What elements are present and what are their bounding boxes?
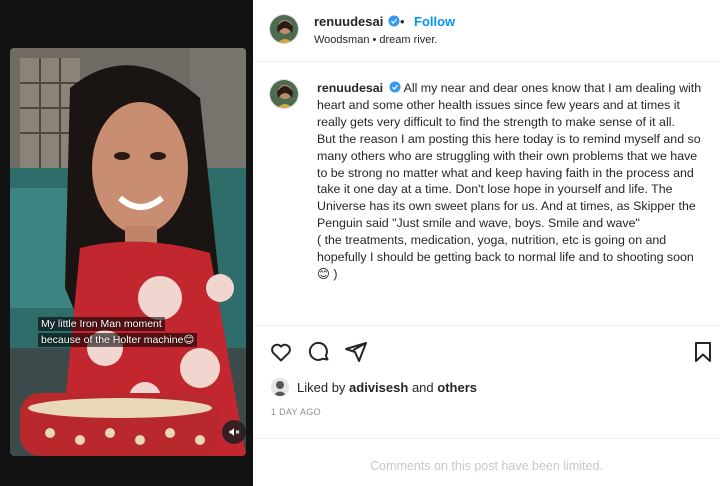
media-overlay-text: My little Iron Man moment because of the… — [38, 316, 198, 348]
liked-by-others[interactable]: others — [437, 380, 477, 395]
header-username-row: renuudesai — [314, 14, 400, 29]
heart-icon[interactable] — [269, 340, 293, 364]
send-icon[interactable] — [344, 340, 368, 364]
liked-by-user[interactable]: adivisesh — [349, 380, 408, 395]
post-timestamp[interactable]: 1 DAY AGO — [271, 407, 321, 417]
avatar-image — [270, 80, 298, 108]
post-location[interactable]: Woodsman • dream river. — [314, 34, 437, 46]
follow-button[interactable]: Follow — [414, 14, 455, 29]
verified-badge-icon — [388, 15, 400, 27]
post-media[interactable]: My little Iron Man moment because of the… — [10, 48, 246, 456]
action-bar — [253, 325, 720, 377]
caption-paragraph-2: But the reason I am posting this here to… — [317, 131, 701, 231]
caption-username[interactable]: renuudesai — [317, 81, 383, 95]
comments-limited-notice: Comments on this post have been limited. — [253, 438, 720, 486]
avatar[interactable] — [269, 14, 299, 44]
post-photo — [10, 48, 246, 456]
header-username[interactable]: renuudesai — [314, 14, 383, 29]
verified-badge-icon — [389, 81, 401, 93]
liked-by-prefix: Liked by — [297, 379, 346, 395]
mute-button[interactable] — [222, 420, 246, 444]
post-header: renuudesai • Follow Woodsman • dream riv… — [253, 0, 720, 62]
post-side-panel: renuudesai • Follow Woodsman • dream riv… — [253, 0, 720, 486]
caption-section: renuudesai All my near and dear ones kno… — [253, 63, 720, 325]
avatar-image — [271, 378, 289, 396]
avatar[interactable] — [271, 378, 289, 396]
header-dot: • — [400, 14, 405, 29]
liked-by-row: Liked by adivisesh and others — [271, 377, 477, 397]
speaker-muted-icon — [229, 428, 240, 436]
caption-text: renuudesai All my near and dear ones kno… — [317, 80, 705, 283]
caption-paragraph-3: ( the treatments, medication, yoga, nutr… — [317, 233, 694, 281]
comment-icon[interactable] — [307, 340, 331, 364]
avatar[interactable] — [269, 79, 299, 109]
avatar-image — [270, 15, 298, 43]
liked-by-and: and — [411, 379, 434, 395]
bookmark-icon[interactable] — [691, 340, 715, 364]
post-media-column: My little Iron Man moment because of the… — [0, 0, 253, 486]
